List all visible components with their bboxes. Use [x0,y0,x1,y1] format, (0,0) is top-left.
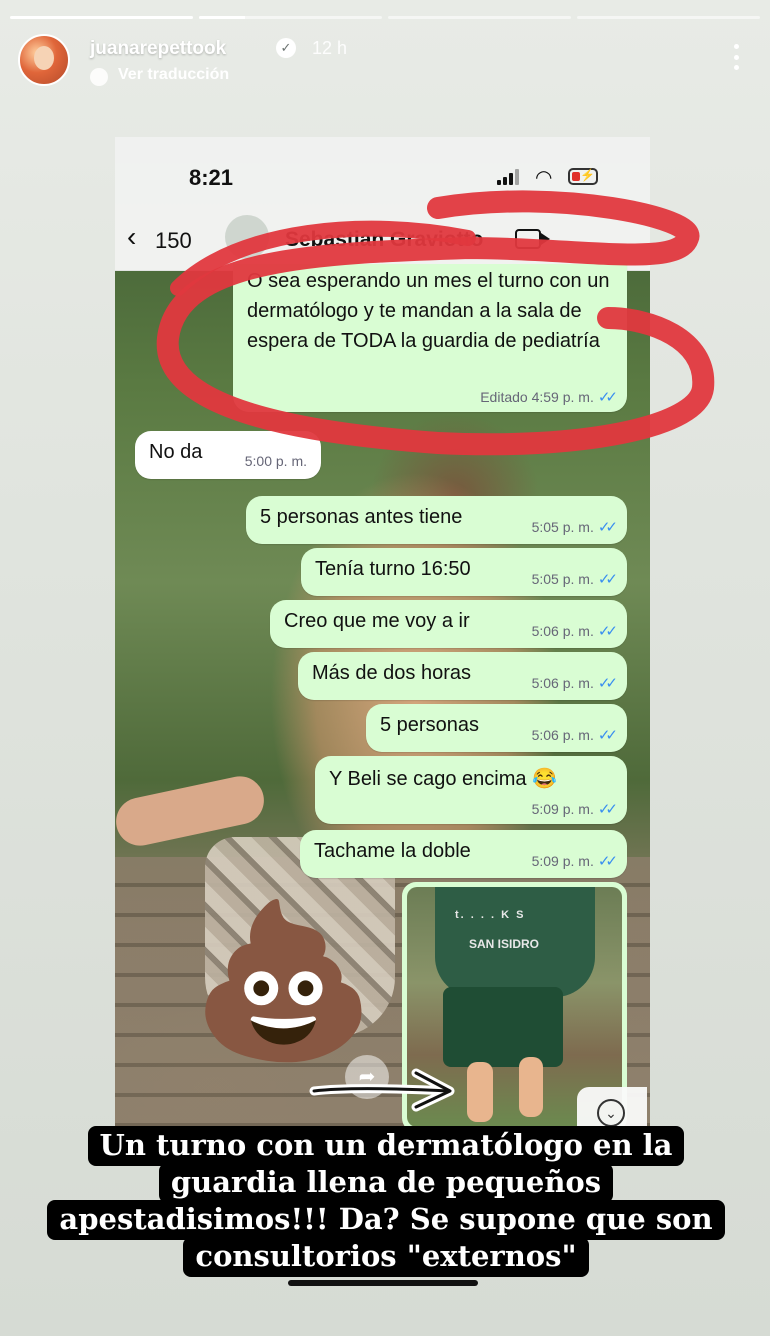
message-time: 5:09 p. m. [531,853,594,869]
message-meta: 5:06 p. m. ✓✓ [531,622,618,640]
message-bubble-out[interactable]: Tachame la doble 5:09 p. m. ✓✓ [300,830,627,878]
home-indicator [288,1280,478,1286]
read-ticks-icon: ✓✓ [597,727,618,744]
message-text: 5 personas [380,714,479,736]
phone-status-bar: 8:21 ◠ [115,137,650,209]
message-meta: 5:09 p. m. ✓✓ [531,852,618,870]
progress-segment [388,16,571,19]
message-text: Y Beli se cago encima 😂 [329,768,557,790]
caption-text: Un turno con un dermatólogo en la guardi… [47,1126,725,1277]
message-text: Creo que me voy a ir [284,610,470,632]
progress-segment [577,16,760,19]
chat-header: ‹ 150 Sebastian Graviotto [115,209,650,271]
message-bubble-out[interactable]: Más de dos horas 5:06 p. m. ✓✓ [298,652,627,700]
message-time: 5:00 p. m. [244,453,307,469]
unread-count[interactable]: 150 [155,228,192,254]
message-bubble-out[interactable]: Y Beli se cago encima 😂 5:09 p. m. ✓✓ [315,756,627,824]
wifi-icon: ◠ [535,167,553,189]
back-icon[interactable]: ‹ [127,223,136,251]
verified-icon: ✓ [276,38,296,58]
contact-name[interactable]: Sebastian Graviotto [285,228,483,252]
message-meta: 5:06 p. m. ✓✓ [531,726,618,744]
username[interactable]: juanarepettook [90,38,226,60]
read-ticks-icon: ✓✓ [597,519,618,536]
message-time: 5:06 p. m. [531,623,594,639]
photo-shorts [443,987,563,1067]
message-text: Más de dos horas [312,662,471,684]
hoodie-text: SAN ISIDRO [469,937,540,951]
progress-segment [199,16,382,19]
message-bubble-out[interactable]: Tenía turno 16:50 5:05 p. m. ✓✓ [301,548,627,596]
read-ticks-icon: ✓✓ [597,675,618,692]
photo-leg [519,1057,543,1117]
post-time: 12 h [312,38,348,58]
story-header: juanarepettook ✓ 12 h Ver traducción [18,34,752,90]
message-text: Tachame la doble [314,840,471,862]
message-text: Tenía turno 16:50 [315,558,471,580]
message-bubble-out[interactable]: 5 personas 5:06 p. m. ✓✓ [366,704,627,752]
translate-icon [90,68,108,86]
instagram-story: juanarepettook ✓ 12 h Ver traducción 8:2… [0,0,770,1336]
message-meta: 5:06 p. m. ✓✓ [531,674,618,692]
arrow-sticker [309,1068,455,1112]
message-meta: 5:05 p. m. ✓✓ [531,570,618,588]
message-meta: 5:09 p. m. ✓✓ [531,800,618,818]
message-time: Editado 4:59 p. m. [480,389,594,405]
message-time: 5:05 p. m. [531,519,594,535]
read-ticks-icon: ✓✓ [597,853,618,870]
phone-clock: 8:21 [189,165,234,190]
hoodie-top-text: t. . . . K S [455,909,526,921]
profile-avatar[interactable] [18,34,70,86]
battery-icon [568,168,598,185]
more-options-icon[interactable] [734,44,740,70]
message-meta: 5:05 p. m. ✓✓ [531,518,618,536]
message-time: 5:05 p. m. [531,571,594,587]
read-ticks-icon: ✓✓ [597,801,618,818]
message-text: 5 personas antes tiene [260,506,463,528]
message-text: No da [149,441,203,463]
read-ticks-icon: ✓✓ [597,623,618,640]
message-bubble-out[interactable]: 5 personas antes tiene 5:05 p. m. ✓✓ [246,496,627,544]
message-meta: Editado 4:59 p. m. ✓✓ [480,388,618,406]
poop-sticker: 💩 [190,896,377,1064]
progress-segment [10,16,193,19]
scroll-down-button[interactable]: ⌄ [577,1087,647,1127]
message-text: O sea esperando un mes el turno con un d… [247,270,610,352]
story-caption: Un turno con un dermatólogo en la guardi… [34,1126,738,1277]
message-bubble-in[interactable]: No da 5:00 p. m. [135,431,321,479]
message-bubble-out[interactable]: Creo que me voy a ir 5:06 p. m. ✓✓ [270,600,627,648]
message-time: 5:06 p. m. [531,727,594,743]
read-ticks-icon: ✓✓ [597,389,618,406]
chevron-down-icon: ⌄ [597,1099,625,1127]
message-bubble-out[interactable]: O sea esperando un mes el turno con un d… [233,264,627,412]
read-ticks-icon: ✓✓ [597,571,618,588]
photo-leg [467,1062,493,1122]
story-progress [10,16,760,19]
see-translation-link[interactable]: Ver traducción [118,66,229,84]
message-time: 5:09 p. m. [531,801,594,817]
message-time: 5:06 p. m. [531,675,594,691]
video-call-icon[interactable] [515,229,550,249]
contact-avatar[interactable] [225,215,269,259]
message-meta: 5:00 p. m. [245,453,307,469]
signal-icon [497,169,519,185]
